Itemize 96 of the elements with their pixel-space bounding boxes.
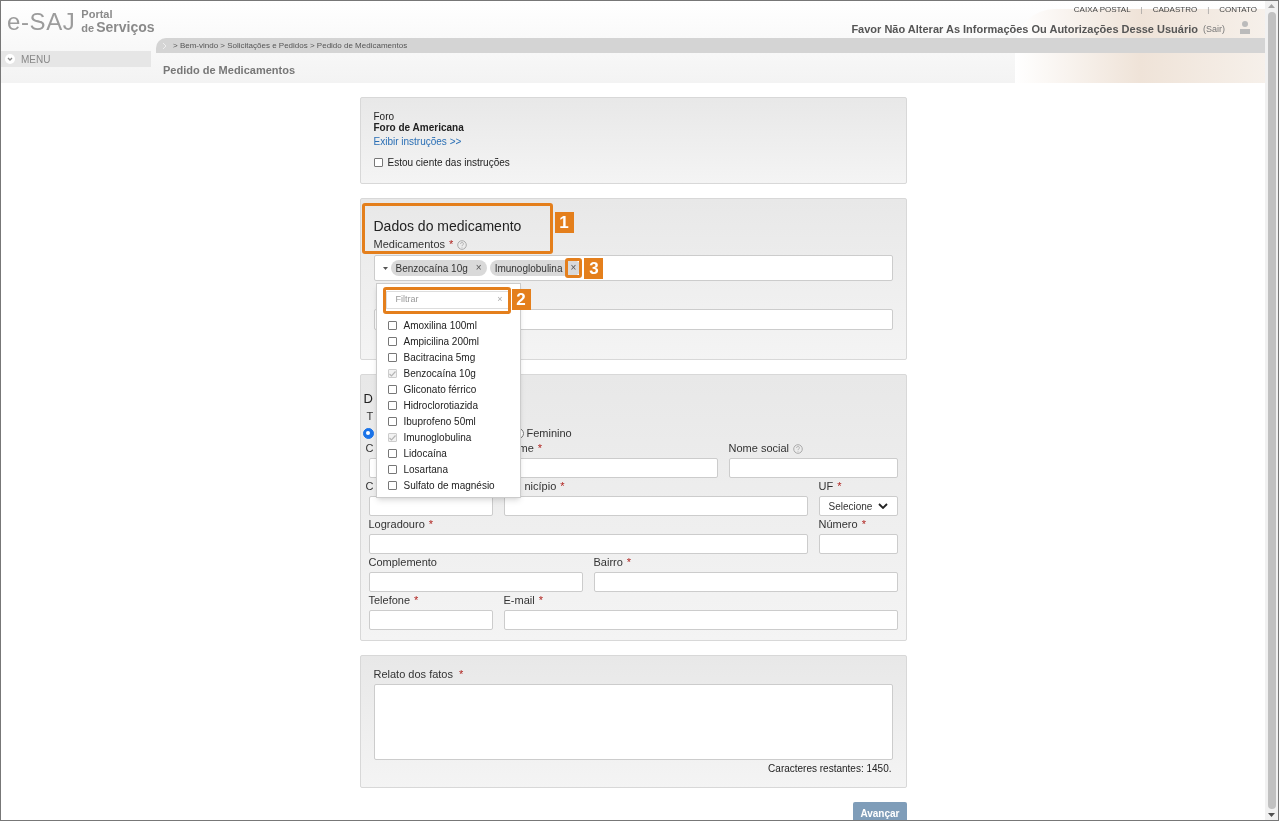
breadcrumb[interactable]: > Bem-vindo > Solicitações e Pedidos > Pedido de Medicamentos <box>173 39 408 52</box>
help-icon[interactable] <box>457 239 468 250</box>
required-mark: * <box>538 593 543 609</box>
required-mark: * <box>626 555 632 571</box>
input-field[interactable] <box>593 572 898 592</box>
required-mark: * <box>560 479 565 495</box>
select-field[interactable]: Selecione <box>818 496 898 516</box>
callout-number: 1 <box>554 212 574 233</box>
checkbox[interactable] <box>387 481 397 490</box>
checkbox[interactable] <box>387 465 397 474</box>
input-field[interactable] <box>728 458 898 478</box>
field-label: nicípio <box>524 479 557 495</box>
input-field[interactable] <box>503 496 808 516</box>
chevron-down-icon <box>5 54 15 64</box>
link-separator: | <box>1140 4 1143 16</box>
scroll-down-icon[interactable] <box>1268 813 1275 817</box>
radio-label[interactable]: Feminino <box>526 424 572 442</box>
checkbox-label[interactable]: Estou ciente das instruções <box>387 155 510 170</box>
checkbox[interactable] <box>387 369 397 378</box>
required-mark: * <box>837 479 842 495</box>
checkbox[interactable] <box>387 449 397 458</box>
input-field[interactable] <box>368 610 493 630</box>
top-link[interactable]: CADASTRO <box>1152 4 1198 16</box>
callout-number: 3 <box>584 258 604 279</box>
text-area[interactable] <box>373 684 893 760</box>
caret-icon <box>382 266 388 270</box>
chevron-down-icon <box>877 503 888 509</box>
scrollbar-thumb[interactable] <box>1267 12 1276 809</box>
logo-subtitle: Portal <box>81 9 114 20</box>
checkbox[interactable] <box>387 353 397 362</box>
required-mark: * <box>459 667 464 683</box>
field-label: UF <box>818 479 834 495</box>
field-label: Bairro <box>593 555 623 571</box>
checkbox[interactable] <box>387 337 397 346</box>
required-mark: * <box>414 593 419 609</box>
required-mark: * <box>449 237 454 253</box>
multiselect-field[interactable]: Benzocaína 10g × Imunoglobulina × 3 <box>373 255 893 281</box>
input-field[interactable] <box>368 496 493 516</box>
radio-button[interactable] <box>362 427 374 439</box>
logo-subtitle: de Serviços <box>81 20 155 34</box>
field-label: Número <box>818 517 858 533</box>
field-label: Logradouro <box>368 517 425 533</box>
checkbox[interactable] <box>387 417 397 426</box>
field-label: E-mail <box>503 593 535 609</box>
logo-text: e-SAJ <box>7 9 76 34</box>
input-field[interactable] <box>368 572 583 592</box>
chip-label: Imunoglobulina <box>494 261 563 276</box>
logout-link[interactable]: (Sair) <box>1203 22 1225 36</box>
chip-label: Benzocaína 10g <box>395 261 468 276</box>
field-label: Complemento <box>368 555 437 571</box>
input-field[interactable] <box>818 534 898 554</box>
option-label[interactable]: Ibuprofeno 50ml <box>403 414 476 429</box>
checkbox[interactable] <box>387 433 397 442</box>
option-label[interactable]: Lidocaína <box>403 446 447 461</box>
scrollbar[interactable] <box>1265 1 1278 820</box>
option-label[interactable]: Benzocaína 10g <box>403 366 476 381</box>
instructions-link[interactable]: Exibir instruções >> <box>373 135 462 149</box>
field-label: Relato dos fatos <box>373 667 453 683</box>
checkbox[interactable] <box>387 401 397 410</box>
field-label: C <box>365 479 374 495</box>
top-link[interactable]: CAIXA POSTAL <box>1073 4 1131 16</box>
user-notice: Favor Não Alterar As Informações Ou Autorizações Desse Usuário <box>851 22 1198 37</box>
page-title: Pedido de Medicamentos <box>163 63 296 78</box>
checkbox[interactable] <box>373 158 383 167</box>
option-label[interactable]: Gliconato férrico <box>403 382 477 397</box>
checkbox[interactable] <box>387 321 397 330</box>
field-label: Telefone <box>368 593 411 609</box>
field-label: Medicamentos <box>373 237 446 253</box>
field-label: Foro <box>373 111 395 122</box>
remove-button[interactable]: × <box>475 263 482 273</box>
section-title: D <box>363 391 373 407</box>
option-label[interactable]: Sulfato de magnésio <box>403 478 495 493</box>
option-label[interactable]: Amoxilina 100ml <box>403 318 477 333</box>
checkbox[interactable] <box>387 385 397 394</box>
help-icon[interactable] <box>793 443 804 454</box>
character-counter: Caracteres restantes: 1450. <box>768 762 892 776</box>
field-value: Foro de Americana <box>373 122 464 134</box>
option-label[interactable]: Losartana <box>403 462 448 477</box>
scroll-up-icon[interactable] <box>1268 4 1275 8</box>
field-label: T <box>366 410 374 423</box>
section-title: Dados do medicamento <box>373 218 522 234</box>
option-label[interactable]: Hidroclorotiazida <box>403 398 478 413</box>
field-label: C <box>365 441 374 457</box>
option-label[interactable]: Imunoglobulina <box>403 430 472 445</box>
option-label[interactable]: Bacitracina 5mg <box>403 350 476 365</box>
user-icon <box>1239 20 1251 34</box>
input-field[interactable] <box>503 610 898 630</box>
required-mark: * <box>861 517 866 533</box>
link-separator: | <box>1207 4 1210 16</box>
input-field[interactable] <box>368 534 808 554</box>
option-label[interactable]: Ampicilina 200ml <box>403 334 480 349</box>
required-mark: * <box>537 441 543 457</box>
remove-button[interactable]: × <box>570 263 577 273</box>
field-label: Nome social <box>728 441 790 457</box>
required-mark: * <box>428 517 434 533</box>
top-link[interactable]: CONTATO <box>1219 4 1257 16</box>
